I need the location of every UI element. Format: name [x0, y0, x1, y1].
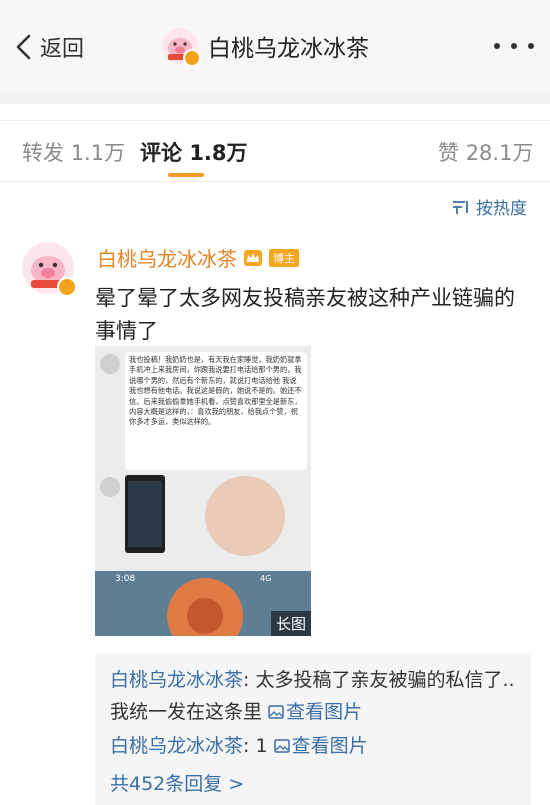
- chat-bubble: 我也投稿！我奶奶也是，有天我在家睡觉，我奶奶就拿手机冲上来我房间，你跟我说要打电…: [125, 352, 307, 470]
- more-options-icon[interactable]: [494, 40, 534, 52]
- divider: [0, 104, 550, 121]
- tab-likes[interactable]: 赞 28.1万: [438, 137, 533, 167]
- reply-author[interactable]: 白桃乌龙冰冰茶: [110, 669, 243, 691]
- image-icon: [273, 739, 290, 753]
- divider: [0, 92, 550, 104]
- image-icon: [268, 705, 284, 719]
- back-label: 返回: [40, 37, 85, 62]
- avatar[interactable]: [22, 242, 77, 297]
- chevron-left-icon: [16, 34, 31, 60]
- tab-repost[interactable]: 转发 1.1万: [22, 137, 125, 167]
- reply-item[interactable]: 白桃乌龙冰冰茶: 太多投稿了亲友被骗的私信了..我统一发在这条里 查看图片: [110, 664, 520, 728]
- nav-title-text: 白桃乌龙冰冰茶: [208, 36, 369, 62]
- reply-item[interactable]: 白桃乌龙冰冰茶: 1 查看图片: [110, 730, 368, 762]
- avatar[interactable]: [162, 28, 201, 67]
- reply-text: : 1: [243, 735, 268, 757]
- author-badge: 博主: [269, 248, 299, 267]
- view-image-link[interactable]: 查看图片: [273, 735, 368, 757]
- comment-author[interactable]: 白桃乌龙冰冰茶: [97, 243, 237, 272]
- more-replies-link[interactable]: 共452条回复 >: [110, 769, 244, 796]
- active-tab-indicator: [168, 173, 204, 177]
- phone-thumbnail: [125, 475, 165, 553]
- comment-author-row: 白桃乌龙冰冰茶 博主: [97, 243, 299, 272]
- verified-icon: [57, 277, 77, 297]
- tab-comments[interactable]: 评论 1.8万: [140, 137, 248, 167]
- photo-blur: [205, 476, 285, 556]
- sort-label: 按热度: [476, 199, 527, 219]
- verified-icon: [183, 49, 201, 67]
- avatar: [100, 477, 120, 497]
- reply-author[interactable]: 白桃乌龙冰冰茶: [110, 735, 243, 757]
- avatar: [100, 354, 120, 374]
- comment-text: 晕了晕了太多网友投稿亲友被这种产业链骗的事情了: [95, 286, 515, 343]
- comment-image[interactable]: 我也投稿！我奶奶也是，有天我在家睡觉，我奶奶就拿手机冲上来我房间，你跟我说要打电…: [95, 346, 311, 636]
- chat-screenshot: 我也投稿！我奶奶也是，有天我在家睡觉，我奶奶就拿手机冲上来我房间，你跟我说要打电…: [95, 346, 311, 571]
- status-time: 3:08: [115, 574, 136, 584]
- back-button[interactable]: 返回: [14, 30, 84, 64]
- long-image-badge: 长图: [270, 611, 311, 636]
- status-signal: 4G: [260, 574, 272, 583]
- sort-icon: [453, 200, 468, 214]
- crown-icon: [244, 249, 262, 266]
- view-image-link[interactable]: 查看图片: [268, 701, 362, 723]
- nav-title[interactable]: 白桃乌龙冰冰茶: [162, 26, 369, 67]
- sort-button[interactable]: 按热度: [452, 194, 527, 219]
- tab-bar: 转发 1.1万 评论 1.8万 赞 28.1万: [0, 121, 550, 182]
